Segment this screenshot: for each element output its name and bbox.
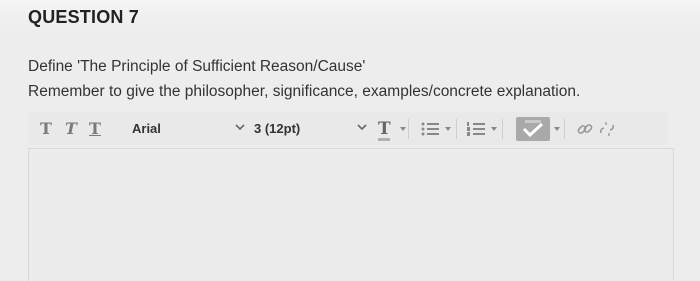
question-title: QUESTION 7 xyxy=(28,7,140,27)
italic-button[interactable]: T xyxy=(65,112,77,145)
question-instructions: Remember to give the philosopher, signif… xyxy=(28,83,581,100)
unlink-icon xyxy=(600,122,614,136)
ordered-list-dropdown[interactable] xyxy=(491,118,497,140)
text-color-swatch xyxy=(378,138,390,141)
font-family-select[interactable]: Arial xyxy=(132,117,250,139)
text-color-button[interactable]: T xyxy=(378,118,391,141)
question-prompt: Define 'The Principle of Sufficient Reas… xyxy=(28,58,366,75)
toolbar-divider xyxy=(456,119,457,139)
link-icon xyxy=(577,124,593,134)
spellcheck-button[interactable] xyxy=(516,117,550,141)
text-color-dropdown[interactable] xyxy=(400,118,406,140)
unordered-list-button[interactable] xyxy=(420,118,440,140)
editor-toolbar: T T T Arial 3 (12pt) T xyxy=(28,112,668,145)
toolbar-divider xyxy=(564,119,565,139)
toolbar-divider xyxy=(408,119,409,139)
dropdown-arrow-icon xyxy=(400,127,406,131)
dropdown-arrow-icon xyxy=(445,127,451,131)
chevron-down-icon xyxy=(357,124,367,131)
text-color-icon: T xyxy=(378,119,391,139)
ordered-list-button[interactable] xyxy=(466,118,486,140)
answer-text-editor[interactable] xyxy=(28,148,674,281)
dropdown-arrow-icon xyxy=(491,127,497,131)
spellcheck-icon xyxy=(522,120,544,138)
insert-link-button[interactable] xyxy=(576,118,594,140)
unordered-list-icon xyxy=(421,122,439,136)
font-size-value: 3 (12pt) xyxy=(254,120,301,136)
spellcheck-dropdown[interactable] xyxy=(554,118,560,140)
font-family-value: Arial xyxy=(132,120,161,136)
dropdown-arrow-icon xyxy=(554,127,560,131)
unordered-list-dropdown[interactable] xyxy=(445,118,451,140)
font-size-select[interactable]: 3 (12pt) xyxy=(254,117,372,139)
question-header: QUESTION 7 xyxy=(0,0,700,37)
ordered-list-icon xyxy=(467,122,485,136)
underline-button[interactable]: T xyxy=(89,112,101,145)
remove-link-button[interactable] xyxy=(598,118,616,140)
chevron-down-icon xyxy=(235,124,245,131)
toolbar-divider xyxy=(502,119,503,139)
bold-button[interactable]: T xyxy=(40,112,52,145)
